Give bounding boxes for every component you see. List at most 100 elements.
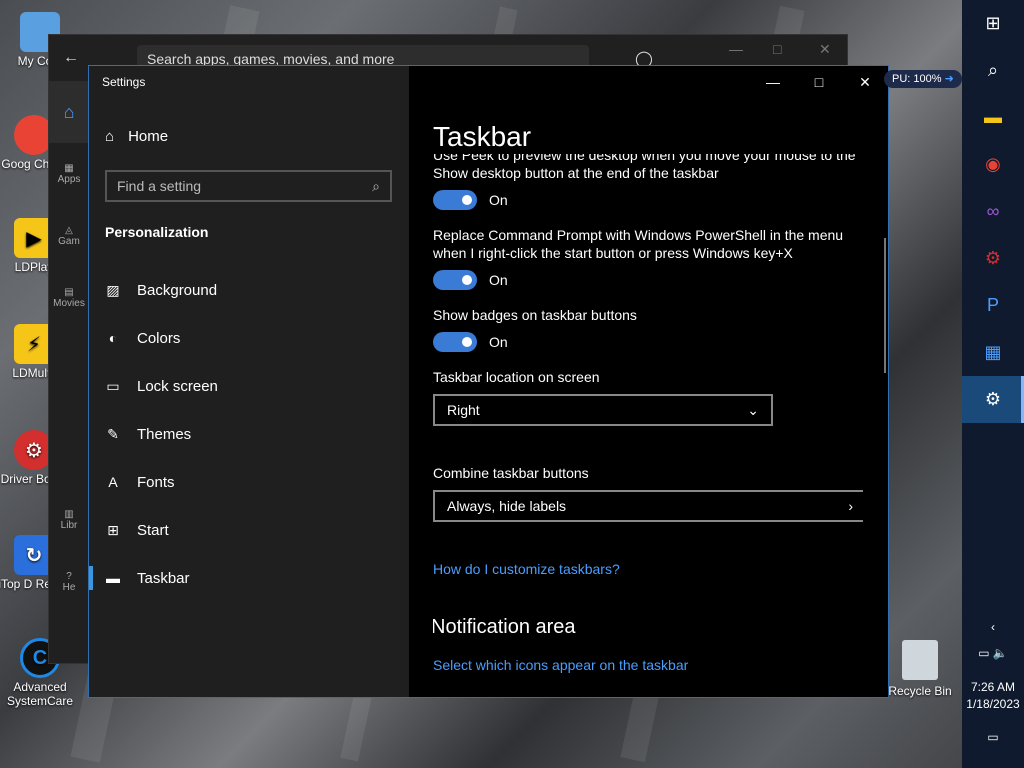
search-placeholder: Find a setting [117, 178, 202, 194]
back-arrow-icon[interactable]: ← [63, 49, 79, 67]
library-icon: ▥ [64, 509, 74, 520]
trash-icon [902, 640, 938, 680]
cpu-usage-badge: PU: 100% ➜ [884, 70, 962, 88]
store-nav-movies[interactable]: ▤ Movies [49, 267, 89, 329]
visual-studio-icon: ∞ [986, 201, 1000, 221]
sidebar-item-label: Start [137, 521, 169, 539]
clock-date[interactable]: 1/18/2023 [962, 697, 1024, 711]
store-close-button[interactable]: ✕ [819, 41, 831, 58]
chrome-icon: ◉ [985, 154, 1001, 174]
sidebar-item-fonts[interactable]: A Fonts [89, 458, 409, 506]
maximize-button[interactable]: □ [796, 66, 842, 98]
scrollbar[interactable] [884, 238, 886, 373]
brush-icon: ✎ [107, 425, 119, 442]
recycle-bin-icon[interactable]: Recycle Bin [884, 640, 956, 698]
toggle-state: On [489, 334, 508, 350]
home-icon: ⌂ [63, 101, 75, 122]
peek-option-label: Use Peek to preview the desktop when you… [433, 154, 856, 181]
p-app-icon: P [986, 295, 999, 315]
network-volume-icons[interactable]: ▭ 🔈 [962, 646, 1024, 660]
chrome-button[interactable]: ◉ [962, 141, 1024, 188]
store-nav-label: Gam [58, 236, 80, 247]
file-explorer-button[interactable]: ▬ [962, 94, 1024, 141]
minimize-button[interactable]: — [750, 66, 796, 98]
chevron-down-icon: ⌄ [747, 402, 759, 418]
badges-toggle[interactable] [433, 332, 477, 352]
location-label: Taskbar location on screen [433, 369, 600, 385]
toggle-state: On [489, 272, 508, 288]
home-label: Home [128, 128, 169, 145]
sidebar-item-start[interactable]: ⊞ Start [89, 506, 409, 554]
store-nav-games[interactable]: ◬ Gam [49, 205, 89, 267]
combine-label: Combine taskbar buttons [433, 465, 589, 481]
store-nav-help[interactable]: ? He [49, 551, 89, 613]
sidebar-item-label: Taskbar [137, 569, 190, 587]
lock-screen-icon: ▭ [106, 377, 120, 394]
driver-booster-button[interactable]: ⚙ [962, 235, 1024, 282]
home-icon: ⌂ [105, 128, 115, 145]
sidebar-item-label: Colors [137, 329, 181, 347]
sidebar-item-label: Themes [137, 425, 192, 443]
clock-time[interactable]: 7:26 AM [962, 680, 1024, 694]
location-dropdown[interactable]: Right ⌄ [433, 394, 773, 426]
toggle-state: On [489, 192, 508, 208]
settings-window[interactable]: Settings ⌂ Home Find a setting ⌕ Persona… [88, 65, 889, 698]
store-nav-library[interactable]: ▥ Libr [49, 489, 89, 551]
taskbar-icon: ▬ [106, 570, 120, 586]
fonts-icon: A [108, 474, 118, 490]
customize-help-link[interactable]: How do I customize taskbars? [433, 560, 863, 578]
sidebar-item-label: Fonts [137, 473, 175, 491]
sidebar-item-lock-screen[interactable]: ▭ Lock screen [89, 362, 409, 410]
recycle-bin-label: Recycle Bin [888, 684, 952, 698]
store-nav-label: Libr [60, 520, 78, 531]
start-button[interactable]: ⊞ [962, 0, 1024, 47]
window-title: Settings [102, 75, 146, 89]
notification-area-heading: Notification area [433, 616, 576, 638]
close-button[interactable]: ✕ [842, 66, 888, 98]
settings-sidebar: Settings ⌂ Home Find a setting ⌕ Persona… [89, 66, 409, 697]
sidebar-item-taskbar[interactable]: ▬ Taskbar [89, 554, 409, 602]
store-minimize-button[interactable]: — [729, 41, 743, 57]
section-title: Personalization [105, 224, 209, 240]
home-nav-item[interactable]: ⌂ Home [105, 128, 168, 145]
sidebar-item-colors[interactable]: ◐ Colors [89, 314, 409, 362]
notification-center-icon[interactable]: ▭ [962, 730, 1024, 744]
chevron-down-icon: › [848, 498, 853, 514]
apps-icon: ▦ [64, 163, 74, 174]
sidebar-item-label: Background [137, 281, 218, 299]
p-app-button[interactable]: P [962, 282, 1024, 329]
personalization-nav: ▨ Background ◐ Colors ▭ Lock screen ✎ Themes… [89, 266, 409, 602]
cpu-usage-text: PU: 100% [892, 73, 942, 85]
gear-icon: ⚙ [984, 389, 1002, 409]
dropdown-value: Right [447, 402, 480, 418]
search-button[interactable]: ⌕ [962, 47, 1024, 94]
taskbar-settings-list: Use Peek to preview the desktop when you… [433, 154, 863, 694]
desktop-icon-label: Advanced SystemCare [6, 680, 74, 708]
sidebar-item-themes[interactable]: ✎ Themes [89, 410, 409, 458]
combine-dropdown[interactable]: Always, hide labels › [433, 490, 863, 522]
folder-icon: ▬ [984, 107, 1002, 127]
settings-search-input[interactable]: Find a setting ⌕ [105, 170, 392, 202]
picture-icon: ▨ [106, 281, 120, 298]
select-icons-link[interactable]: Select which icons appear on the taskbar [433, 656, 863, 674]
palette-icon: ◐ [108, 330, 118, 346]
store-nav-home[interactable]: ⌂ [49, 81, 89, 143]
start-icon: ⊞ [107, 521, 119, 538]
arrow-right-icon: ➜ [944, 73, 954, 85]
sidebar-item-label: Lock screen [137, 377, 218, 395]
store-maximize-button[interactable]: □ [773, 41, 781, 57]
store-nav-label: He [62, 582, 76, 593]
powershell-toggle[interactable] [433, 270, 477, 290]
settings-button[interactable]: ⚙ [962, 376, 1024, 423]
show-hidden-icons[interactable]: ‹ [962, 620, 1024, 634]
sidebar-item-background[interactable]: ▨ Background [89, 266, 409, 314]
taskbar: ⊞ ⌕ ▬ ◉ ∞ ⚙ P ▦ ⚙ ‹ ▭ 🔈 7:26 AM 1/18/202… [962, 0, 1024, 768]
peek-toggle[interactable] [433, 190, 477, 210]
store-nav-apps[interactable]: ▦ Apps [49, 143, 89, 205]
gamepad-icon: ◬ [65, 225, 73, 236]
visual-studio-button[interactable]: ∞ [962, 188, 1024, 235]
store-nav-label: Apps [57, 174, 81, 185]
store-icon: ▦ [984, 342, 1002, 362]
store-button[interactable]: ▦ [962, 329, 1024, 376]
powershell-option-label: Replace Command Prompt with Windows Powe… [433, 227, 844, 261]
